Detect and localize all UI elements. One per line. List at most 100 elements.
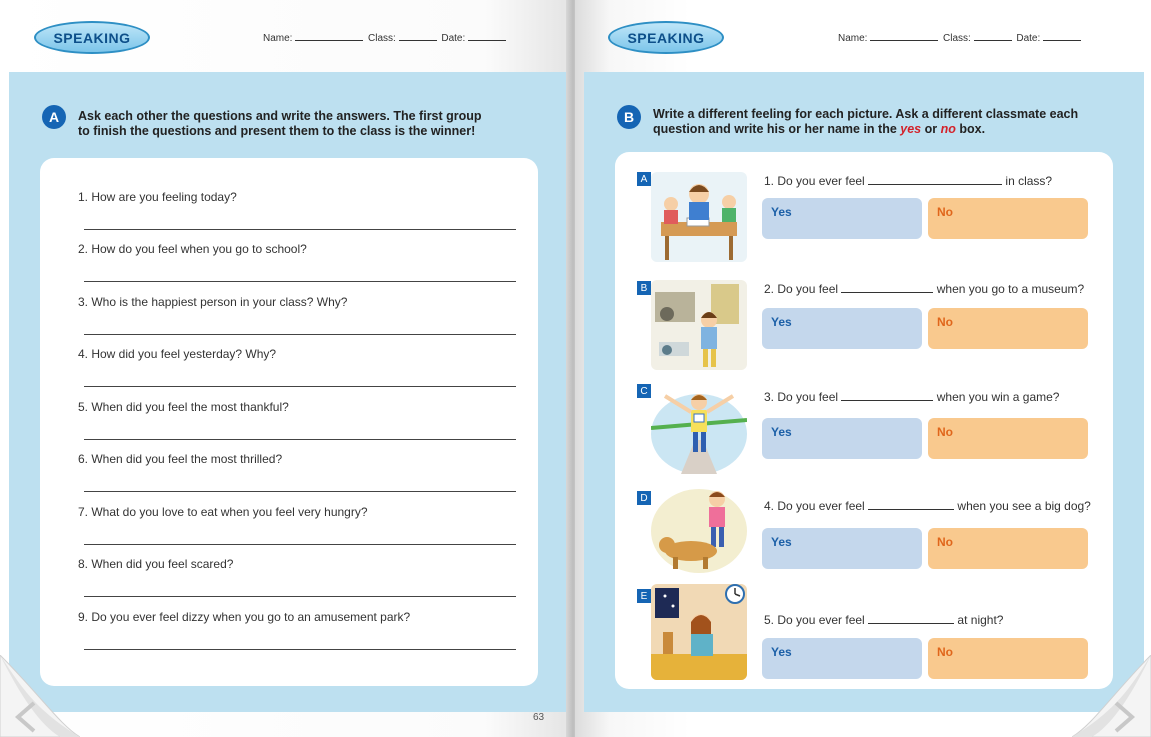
date-label: Date: <box>1016 33 1041 44</box>
item-a-question: 1. Do you ever feel in class? <box>764 174 1052 188</box>
item-e-yes-box[interactable]: Yes <box>762 638 922 679</box>
item-d-no-box[interactable]: No <box>928 528 1088 569</box>
section-a-letter: A <box>48 109 60 125</box>
item-e-letter: E <box>637 589 651 603</box>
speaking-badge-label: SPEAKING <box>53 29 131 46</box>
item-e-question-end: at night? <box>957 613 1004 627</box>
question-4: 4. How did you feel yesterday? Why? <box>78 347 277 361</box>
right-page: SPEAKING Name: Class: Date: B Write a di… <box>575 0 1151 737</box>
item-e-no-box[interactable]: No <box>928 638 1088 679</box>
yes-label: Yes <box>771 315 792 329</box>
question-6: 6. When did you feel the most thrilled? <box>78 452 283 466</box>
date-label: Date: <box>441 33 466 44</box>
page-number: 63 <box>533 712 545 723</box>
item-c-no-box[interactable]: No <box>928 418 1088 459</box>
instruction-text: question and write his or her name in th… <box>653 122 897 136</box>
section-b-instructions: Write a different feeling for each pictu… <box>653 107 1078 137</box>
name-blank[interactable] <box>295 32 364 41</box>
name-label: Name: <box>263 33 293 44</box>
item-b-question: 2. Do you feel when you go to a museum? <box>764 282 1084 296</box>
item-b-letter: B <box>637 281 651 295</box>
class-blank[interactable] <box>973 32 1012 41</box>
speaking-badge: SPEAKING <box>34 21 150 54</box>
yes-label: Yes <box>771 205 792 219</box>
name-label: Name: <box>838 33 868 44</box>
item-d-blank[interactable] <box>868 500 955 510</box>
question-8: 8. When did you feel scared? <box>78 557 234 571</box>
item-a-no-box[interactable]: No <box>928 198 1088 239</box>
answer-line-9[interactable] <box>84 649 516 650</box>
item-e-question: 5. Do you ever feel at night? <box>764 613 1003 627</box>
no-label: No <box>937 645 953 659</box>
item-a-yes-box[interactable]: Yes <box>762 198 922 239</box>
no-label: No <box>937 205 953 219</box>
item-d-letter: D <box>637 491 651 505</box>
instruction-line-2: question and write his or her name in th… <box>653 122 1078 137</box>
answer-line-3[interactable] <box>84 334 516 335</box>
answer-line-7[interactable] <box>84 544 516 545</box>
answer-line-5[interactable] <box>84 439 516 440</box>
question-5: 5. When did you feel the most thankful? <box>78 400 289 414</box>
item-b-question-end: when you go to a museum? <box>936 282 1085 296</box>
date-blank[interactable] <box>1043 32 1082 41</box>
section-a-panel: A Ask each other the questions and write… <box>9 72 569 712</box>
question-7: 7. What do you love to eat when you feel… <box>78 505 368 519</box>
class-label: Class: <box>368 33 396 44</box>
instruction-or: or <box>924 122 938 136</box>
section-b-marker: B <box>617 105 641 129</box>
previous-page-curl[interactable] <box>0 655 80 737</box>
section-b-panel: B Write a different feeling for each pic… <box>584 72 1144 712</box>
date-blank[interactable] <box>468 32 507 41</box>
question-1: 1. How are you feeling today? <box>78 190 237 204</box>
no-label: No <box>937 315 953 329</box>
dog-chase-picture <box>651 485 747 575</box>
speaking-badge-label: SPEAKING <box>627 29 705 46</box>
answer-line-8[interactable] <box>84 596 516 597</box>
answer-line-2[interactable] <box>84 281 516 282</box>
item-e-question-start: 5. Do you ever feel <box>764 613 865 627</box>
item-e-blank[interactable] <box>868 614 955 624</box>
item-b-yes-box[interactable]: Yes <box>762 308 922 349</box>
class-label: Class: <box>943 33 971 44</box>
next-page-curl[interactable] <box>1072 655 1151 737</box>
item-c-question: 3. Do you feel when you win a game? <box>764 390 1059 404</box>
item-b-no-box[interactable]: No <box>928 308 1088 349</box>
instruction-line-1: Ask each other the questions and write t… <box>78 109 482 123</box>
item-a-blank[interactable] <box>868 175 1003 185</box>
instruction-end: box. <box>959 122 986 136</box>
section-a-marker: A <box>42 105 66 129</box>
item-a-letter: A <box>637 172 651 186</box>
student-info-fields: Name: Class: Date: <box>838 32 1083 44</box>
item-a-question-end: in class? <box>1005 174 1053 188</box>
student-info-fields: Name: Class: Date: <box>263 32 508 44</box>
name-blank[interactable] <box>870 32 939 41</box>
item-a-question-start: 1. Do you ever feel <box>764 174 865 188</box>
class-blank[interactable] <box>398 32 437 41</box>
item-b-question-start: 2. Do you feel <box>764 282 839 296</box>
item-c-yes-box[interactable]: Yes <box>762 418 922 459</box>
item-c-question-start: 3. Do you feel <box>764 390 839 404</box>
question-3: 3. Who is the happiest person in your cl… <box>78 295 348 309</box>
answer-line-6[interactable] <box>84 491 516 492</box>
answer-line-4[interactable] <box>84 386 516 387</box>
classroom-picture <box>651 172 747 262</box>
answer-line-1[interactable] <box>84 229 516 230</box>
yes-label: Yes <box>771 535 792 549</box>
question-2: 2. How do you feel when you go to school… <box>78 242 307 256</box>
item-c-question-end: when you win a game? <box>936 390 1060 404</box>
item-b-blank[interactable] <box>841 283 934 293</box>
item-d-question-end: when you see a big dog? <box>957 499 1091 513</box>
item-d-yes-box[interactable]: Yes <box>762 528 922 569</box>
no-label: No <box>937 425 953 439</box>
questions-card: 1. How are you feeling today? 2. How do … <box>40 158 538 686</box>
museum-picture <box>651 280 747 370</box>
yes-label: Yes <box>771 425 792 439</box>
instruction-no: no <box>940 122 956 136</box>
instruction-yes: yes <box>900 122 922 136</box>
feelings-card: A 1. Do you ever feel in class? Yes No B… <box>615 152 1113 689</box>
yes-label: Yes <box>771 645 792 659</box>
no-label: No <box>937 535 953 549</box>
item-c-letter: C <box>637 384 651 398</box>
instruction-line-2: to finish the questions and present them… <box>78 124 476 138</box>
item-c-blank[interactable] <box>841 391 934 401</box>
